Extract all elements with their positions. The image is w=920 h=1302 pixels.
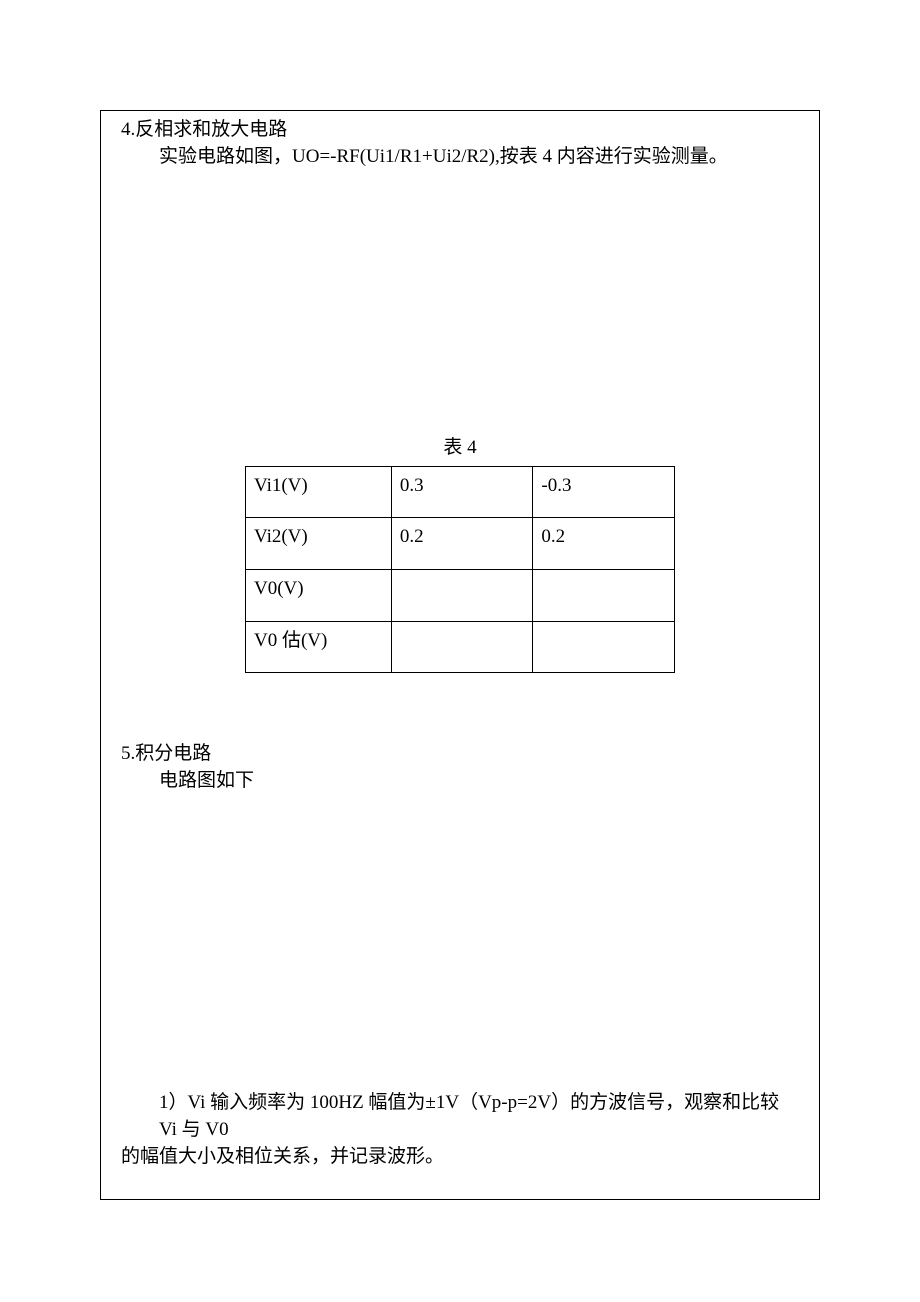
section5-description: 电路图如下 xyxy=(121,768,799,795)
circuit-diagram-placeholder-4 xyxy=(121,170,799,435)
section5-body-line1: 1）Vi 输入频率为 100HZ 幅值为±1V（Vp-p=2V）的方波信号，观察… xyxy=(121,1090,799,1143)
table4-row2-label: V0(V) xyxy=(246,569,392,621)
table4-row2-col1 xyxy=(391,569,533,621)
table4-row0-col1: 0.3 xyxy=(391,466,533,518)
table4-row0-col2: -0.3 xyxy=(533,466,675,518)
section4-description: 实验电路如图，UO=-RF(Ui1/R1+Ui2/R2),按表 4 内容进行实验… xyxy=(121,144,799,171)
table4-row1-col1: 0.2 xyxy=(391,518,533,570)
table-row: Vi2(V) 0.2 0.2 xyxy=(246,518,675,570)
section4-title: 4.反相求和放大电路 xyxy=(121,117,799,144)
section5-title: 5.积分电路 xyxy=(121,741,799,768)
table-row: V0(V) xyxy=(246,569,675,621)
table4-caption: 表 4 xyxy=(121,435,799,462)
table4-row3-col1 xyxy=(391,621,533,673)
circuit-diagram-placeholder-5 xyxy=(121,794,799,1090)
table4-row1-label: Vi2(V) xyxy=(246,518,392,570)
spacer xyxy=(121,673,799,741)
table4-row1-col2: 0.2 xyxy=(533,518,675,570)
section5-body-line2: 的幅值大小及相位关系，并记录波形。 xyxy=(121,1144,799,1171)
table4-row3-label: V0 估(V) xyxy=(246,621,392,673)
table-row: V0 估(V) xyxy=(246,621,675,673)
table4: Vi1(V) 0.3 -0.3 Vi2(V) 0.2 0.2 V0(V) V0 … xyxy=(245,466,675,673)
table4-row2-col2 xyxy=(533,569,675,621)
table4-row0-label: Vi1(V) xyxy=(246,466,392,518)
page-border: 4.反相求和放大电路 实验电路如图，UO=-RF(Ui1/R1+Ui2/R2),… xyxy=(100,110,820,1200)
table-row: Vi1(V) 0.3 -0.3 xyxy=(246,466,675,518)
table4-row3-col2 xyxy=(533,621,675,673)
